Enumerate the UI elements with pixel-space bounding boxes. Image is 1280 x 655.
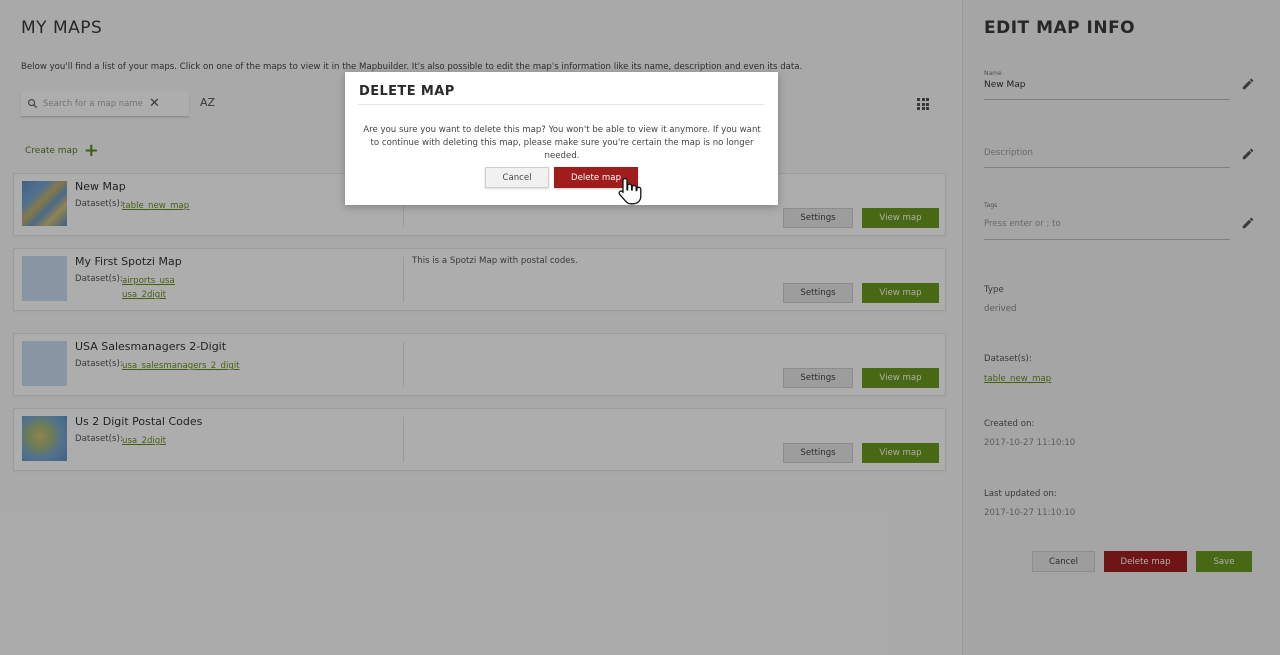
delete-map-dialog: DELETE MAP Are you sure you want to dele… bbox=[345, 72, 778, 205]
dialog-cancel-button[interactable]: Cancel bbox=[485, 167, 549, 188]
dialog-message: Are you sure you want to delete this map… bbox=[363, 125, 761, 161]
dialog-title: DELETE MAP bbox=[359, 84, 455, 99]
hand-cursor-icon bbox=[617, 176, 643, 206]
dialog-divider bbox=[358, 104, 764, 105]
